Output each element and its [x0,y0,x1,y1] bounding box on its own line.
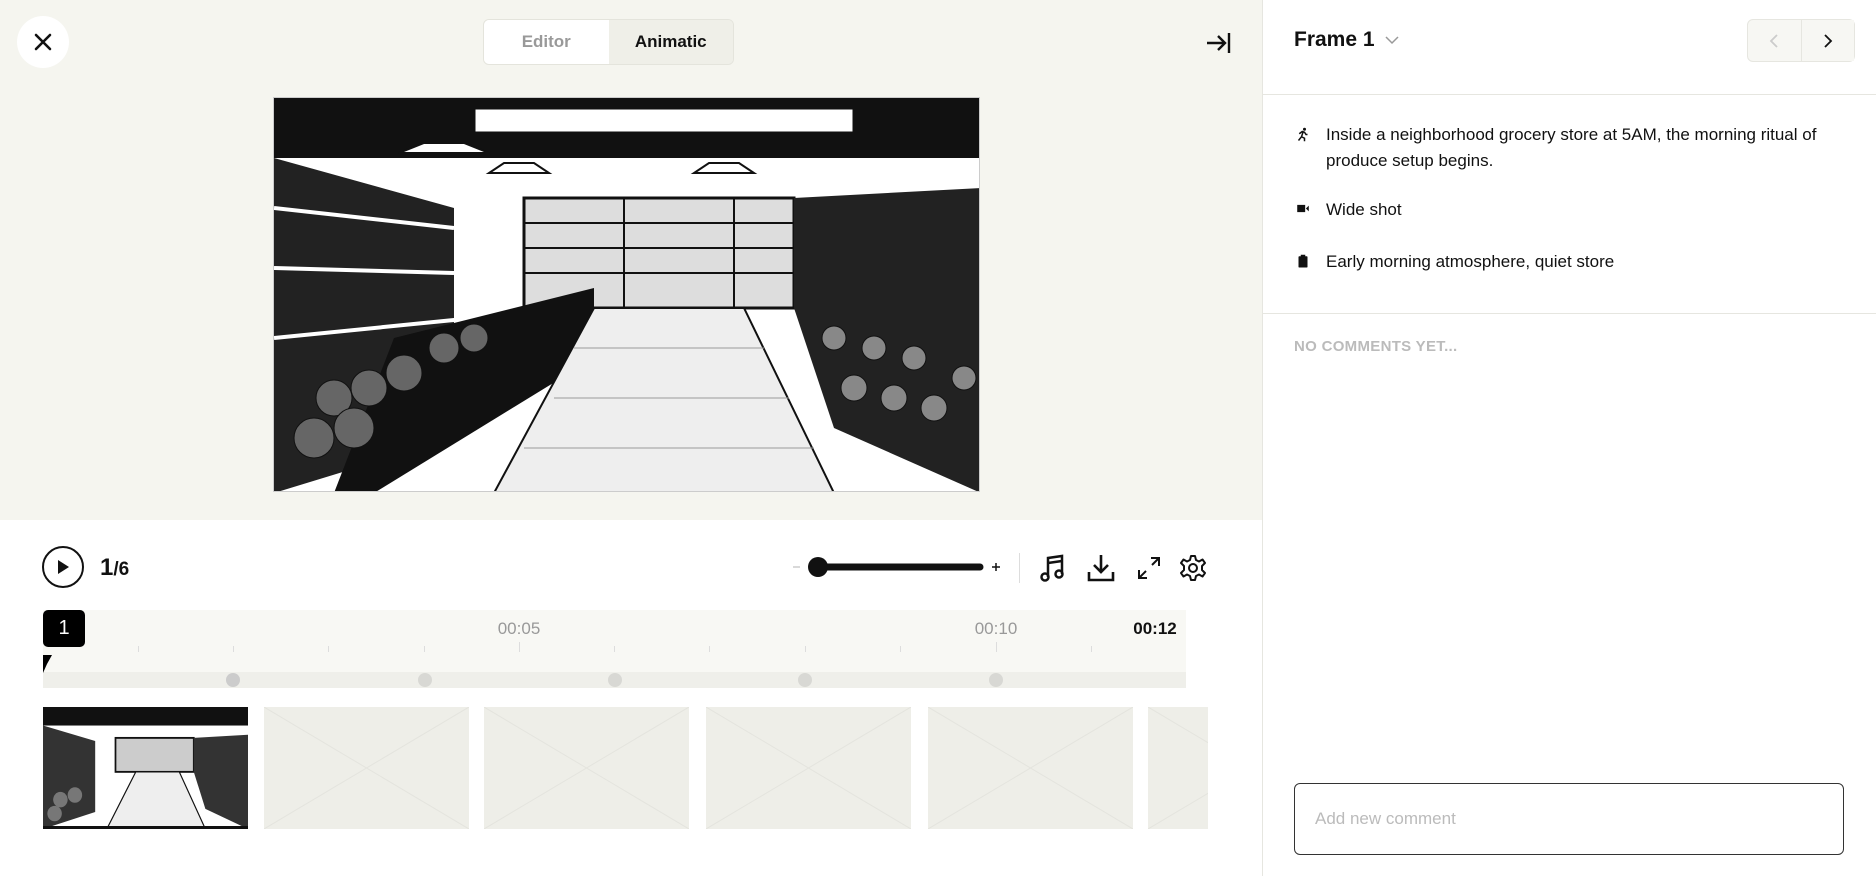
notes-text: Early morning atmosphere, quiet store [1326,252,1615,271]
shot-text: Wide shot [1326,200,1402,219]
frame-thumbnail-placeholder[interactable] [484,707,689,829]
notes-detail: Early morning atmosphere, quiet store [1294,249,1834,275]
chevron-left-icon [1769,33,1778,48]
no-comments-label: NO COMMENTS YET... [1294,338,1458,355]
frame-details-panel: Frame 1 Inside a neighborhood grocery st… [1262,0,1876,876]
settings-icon[interactable] [1177,552,1209,584]
total-frames: /6 [113,559,130,580]
fullscreen-icon[interactable] [1133,552,1165,584]
close-button[interactable] [17,16,69,68]
frame-marker[interactable] [608,673,622,687]
thumbnail-image [43,707,248,826]
frame-thumbnail-placeholder[interactable] [264,707,469,829]
frame-nav [1747,19,1855,62]
zoom-slider-thumb [808,557,828,577]
clipboard-icon [1298,254,1308,268]
tab-editor[interactable]: Editor [484,20,609,64]
frame-thumbnail-placeholder[interactable] [928,707,1133,829]
frame-selector[interactable]: Frame 1 [1294,28,1399,52]
frame-marker[interactable] [798,673,812,687]
current-frame: 1 [100,554,114,581]
chevron-down-icon [1385,36,1399,45]
chevron-right-icon [1824,33,1833,48]
frame-counter: 1/6 [100,554,129,582]
close-icon [34,33,52,51]
current-frame-badge: 1 [43,610,85,647]
time-label: 00:10 [974,619,1018,638]
tab-animatic[interactable]: Animatic [608,20,733,64]
collapse-panel-icon[interactable] [1204,28,1234,58]
previous-frame-button[interactable] [1748,20,1801,61]
shot-detail: Wide shot [1294,197,1834,223]
frame-thumbnail-placeholder[interactable] [706,707,911,829]
music-icon[interactable] [1036,552,1068,584]
play-icon [58,560,69,574]
divider [1263,313,1876,314]
frame-marker[interactable] [989,673,1003,687]
play-button[interactable] [42,546,84,588]
divider [1263,94,1876,95]
timeline[interactable]: 1 00:05 00:10 00:12 [43,610,1186,688]
action-detail: Inside a neighborhood grocery store at 5… [1294,122,1834,174]
frame-image [273,97,980,492]
frame-marker[interactable] [226,673,240,687]
zoom-slider[interactable] [793,556,1003,578]
video-camera-icon [1297,204,1309,213]
time-label: 00:05 [497,619,541,638]
action-text: Inside a neighborhood grocery store at 5… [1326,125,1817,170]
preview-stage: Editor Animatic [0,0,1262,520]
frame-thumbnail-placeholder[interactable] [1148,707,1208,829]
end-time-label: 00:12 [1133,619,1177,638]
next-frame-button[interactable] [1800,20,1854,61]
frame-marker[interactable] [418,673,432,687]
playhead-marker[interactable] [43,655,53,673]
toolbar-divider [1019,553,1020,583]
frame-thumbnail[interactable] [43,707,248,829]
frame-title: Frame 1 [1294,28,1375,51]
zoom-in-icon [992,563,1000,571]
running-person-icon [1297,127,1308,142]
mode-tabs: Editor Animatic [483,19,734,65]
comment-input[interactable] [1294,783,1844,855]
download-icon[interactable] [1085,552,1117,584]
